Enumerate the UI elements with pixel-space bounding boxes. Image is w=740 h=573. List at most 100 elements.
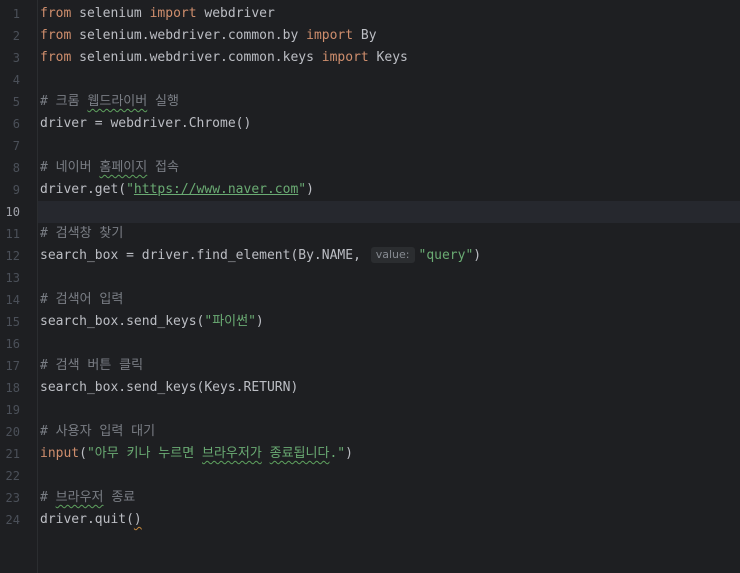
- code-token: ": [126, 182, 134, 197]
- code-line[interactable]: [38, 465, 740, 487]
- code-editor[interactable]: 1 2 3 4 5 6 7 8 9 10 11 12 13 14 15 16 17 18 19 20 21 22 23 24 …: [0, 0, 740, 573]
- line-number: 8: [12, 161, 20, 175]
- code-token: driver = webdriver.Chrome(): [40, 116, 252, 131]
- code-token: # 검색창 찾기: [40, 226, 124, 241]
- line-number: 13: [5, 271, 20, 285]
- line-number: 7: [12, 139, 20, 153]
- line-number: 16: [5, 337, 20, 351]
- code-token: search_box.send_keys(: [40, 314, 205, 329]
- line-number: 22: [5, 469, 20, 483]
- code-token: ": [298, 182, 307, 197]
- code-token: import: [321, 50, 369, 65]
- code-token: webdriver: [196, 6, 275, 21]
- code-token: from: [40, 28, 72, 43]
- line-number-gutter[interactable]: 1 2 3 4 5 6 7 8 9 10 11 12 13 14 15 16 17 18 19 20 21 22 23 24: [0, 0, 38, 573]
- code-token: import: [149, 6, 197, 21]
- line-number: 11: [5, 227, 20, 241]
- code-token: ): [255, 314, 264, 329]
- code-token: By: [353, 28, 377, 43]
- code-token: import: [306, 28, 354, 43]
- line-number: 20: [5, 425, 20, 439]
- code-line[interactable]: driver.quit(): [38, 509, 740, 531]
- code-token: 접속: [147, 160, 179, 175]
- code-token: # 크롬: [40, 94, 88, 109]
- code-token: 브라우저가: [202, 446, 262, 461]
- code-token: ): [133, 512, 142, 527]
- code-line[interactable]: search_box.send_keys(Keys.RETURN): [38, 377, 740, 399]
- code-line[interactable]: [38, 333, 740, 355]
- code-line[interactable]: # 사용자 입력 대기: [38, 421, 740, 443]
- line-number: 5: [12, 95, 20, 109]
- code-line[interactable]: search_box.send_keys("파이썬"): [38, 311, 740, 333]
- code-token: 실행: [147, 94, 179, 109]
- code-line[interactable]: driver.get("https://www.naver.com"): [38, 179, 740, 201]
- code-token: "아무 키나 누르면: [86, 446, 202, 461]
- code-token: from: [40, 50, 72, 65]
- code-line[interactable]: from selenium.webdriver.common.by import…: [38, 25, 740, 47]
- code-token: 브라우저: [55, 490, 104, 505]
- code-token: "파이썬": [204, 314, 256, 329]
- code-line[interactable]: [38, 267, 740, 289]
- line-number: 3: [12, 51, 20, 65]
- code-line[interactable]: [38, 399, 740, 421]
- code-token: ): [306, 182, 314, 197]
- code-token: driver.get(: [40, 182, 127, 197]
- code-line[interactable]: from selenium.webdriver.common.keys impo…: [38, 47, 740, 69]
- code-token: from: [40, 6, 72, 21]
- code-token: driver.quit(: [40, 512, 134, 527]
- code-token: # 사용자 입력 대기: [40, 424, 156, 439]
- line-number: 17: [5, 359, 20, 373]
- code-token: # 검색어 입력: [40, 292, 124, 307]
- code-token: #: [40, 490, 56, 505]
- line-number: 18: [5, 381, 20, 395]
- code-area[interactable]: from selenium import webdriver from selen…: [38, 0, 740, 573]
- code-token: ): [345, 446, 353, 461]
- line-number: 15: [5, 315, 20, 329]
- code-line[interactable]: # 검색창 찾기: [38, 223, 740, 245]
- code-token: 홈페이지: [99, 160, 148, 175]
- code-line[interactable]: # 네이버 홈페이지 접속: [38, 157, 740, 179]
- code-line[interactable]: search_box = driver.find_element(By.NAME…: [38, 245, 740, 267]
- line-number: 10: [5, 205, 20, 219]
- line-number: 1: [12, 7, 20, 21]
- code-token: https://www.naver.com: [133, 182, 299, 197]
- code-token: search_box.send_keys(Keys.RETURN): [40, 380, 299, 395]
- code-line-current[interactable]: [38, 201, 740, 223]
- code-line[interactable]: [38, 135, 740, 157]
- line-number: 6: [12, 117, 20, 131]
- code-token: search_box = driver.find_element(By.NAME…: [40, 248, 369, 263]
- code-line[interactable]: input("아무 키나 누르면 브라우저가 종료됩니다."): [38, 443, 740, 465]
- code-line[interactable]: [38, 69, 740, 91]
- code-line[interactable]: driver = webdriver.Chrome(): [38, 113, 740, 135]
- code-token: selenium: [71, 6, 150, 21]
- code-token: # 네이버: [40, 160, 100, 175]
- line-number: 9: [12, 183, 20, 197]
- code-token: Keys: [368, 50, 408, 65]
- code-token: 종료: [103, 490, 136, 505]
- code-token: 웹드라이버: [87, 94, 148, 109]
- code-token: 종료됩니다: [269, 446, 330, 461]
- line-number: 12: [5, 249, 20, 263]
- code-line[interactable]: # 크롬 웹드라이버 실행: [38, 91, 740, 113]
- code-token: .": [329, 446, 346, 461]
- code-line[interactable]: # 브라우저 종료: [38, 487, 740, 509]
- code-token: input: [40, 446, 80, 461]
- code-line[interactable]: # 검색 버튼 클릭: [38, 355, 740, 377]
- code-token: selenium.webdriver.common.by: [71, 28, 307, 43]
- line-number: 14: [5, 293, 20, 307]
- line-number: 23: [5, 491, 20, 505]
- line-number: 21: [5, 447, 20, 461]
- code-line[interactable]: # 검색어 입력: [38, 289, 740, 311]
- line-number: 19: [5, 403, 20, 417]
- code-line[interactable]: from selenium import webdriver: [38, 3, 740, 25]
- code-token: # 검색 버튼 클릭: [40, 358, 144, 373]
- code-token: ): [473, 248, 482, 263]
- line-number: 2: [12, 29, 20, 43]
- code-token: "query": [418, 248, 474, 263]
- code-token: selenium.webdriver.common.keys: [71, 50, 322, 65]
- code-token: (: [79, 446, 87, 461]
- line-number: 4: [12, 73, 20, 87]
- parameter-hint: value:: [370, 247, 415, 263]
- line-number: 24: [5, 513, 20, 527]
